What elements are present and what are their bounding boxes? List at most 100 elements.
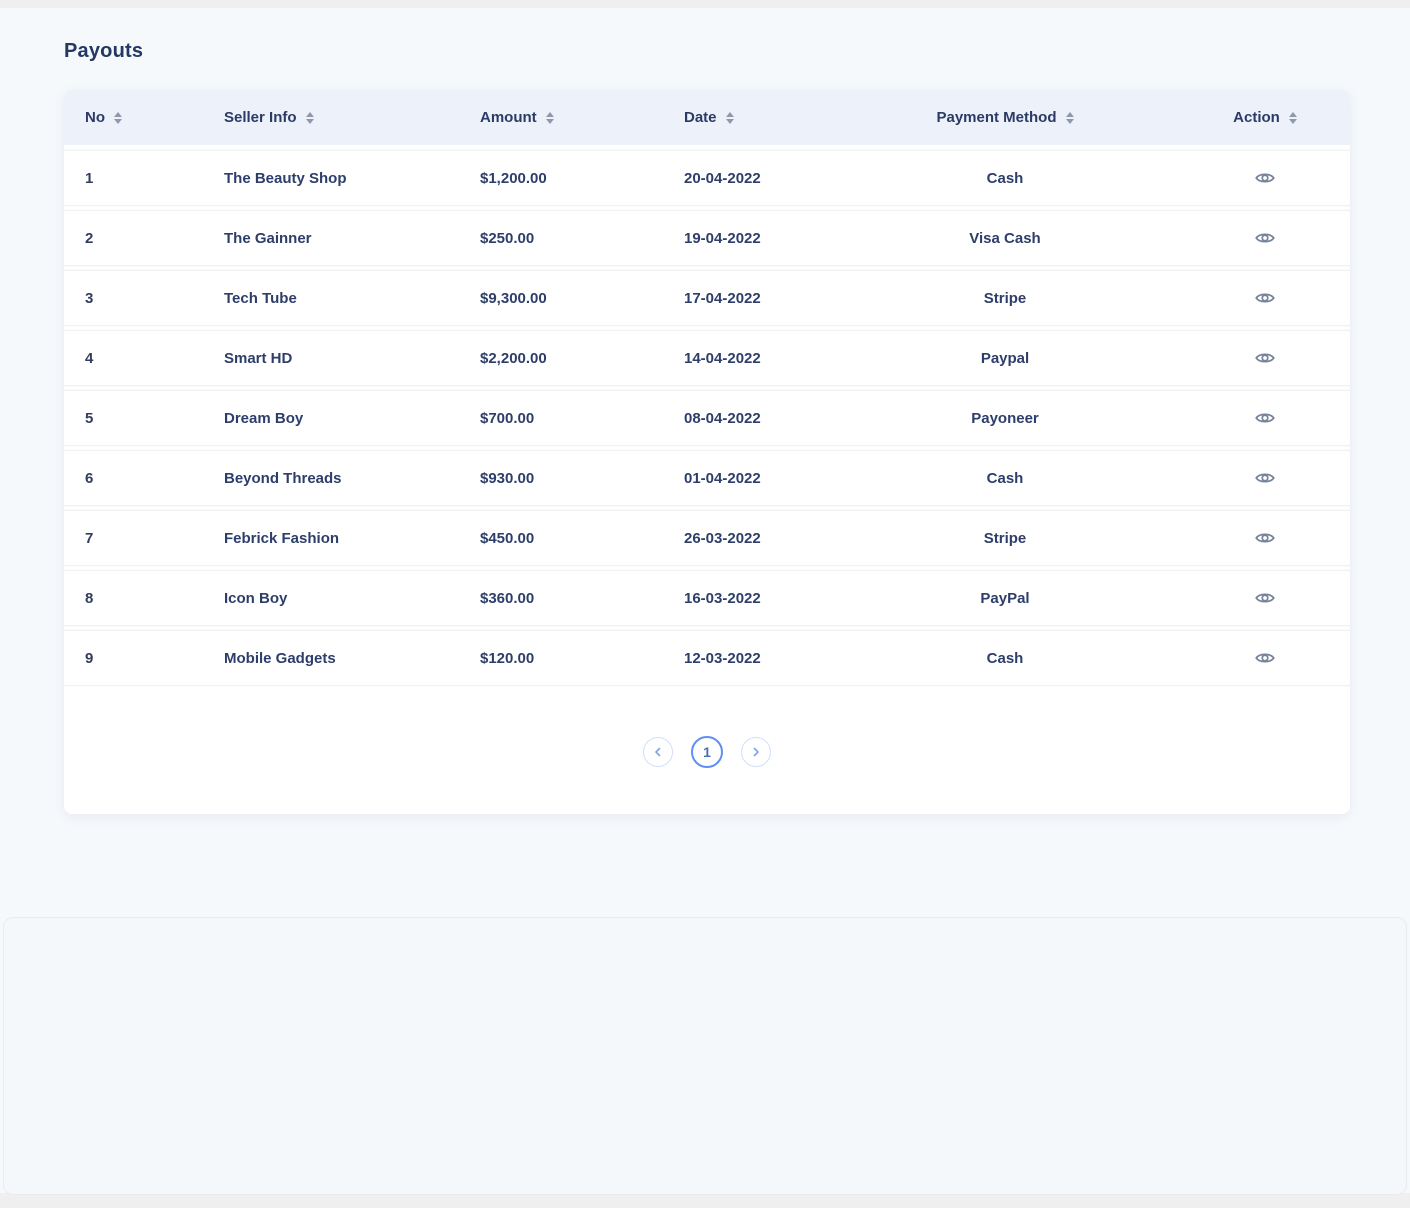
cell-payment-method: PayPal [830, 590, 1180, 607]
eye-icon [1255, 531, 1275, 545]
column-header-label: Action [1233, 109, 1280, 126]
view-payout-button[interactable] [1251, 347, 1279, 369]
cell-payment-method: Payoneer [830, 410, 1180, 427]
eye-icon [1255, 651, 1275, 665]
table-row: 3Tech Tube$9,300.0017-04-2022Stripe [64, 270, 1350, 326]
pagination-next-button[interactable] [741, 737, 771, 767]
column-header-label: Seller Info [224, 109, 297, 126]
column-header-payment-method[interactable]: Payment Method [830, 109, 1180, 126]
cell-payment-method: Cash [830, 470, 1180, 487]
table-row: 6Beyond Threads$930.0001-04-2022Cash [64, 450, 1350, 506]
table-header-row: No Seller Info Amount Date Payment Metho… [64, 90, 1350, 145]
pagination-prev-button[interactable] [643, 737, 673, 767]
view-payout-button[interactable] [1251, 467, 1279, 489]
payouts-table: No Seller Info Amount Date Payment Metho… [64, 90, 1350, 814]
cell-seller-info: Smart HD [224, 350, 480, 367]
cell-action [1180, 347, 1350, 369]
column-header-label: Date [684, 109, 717, 126]
cell-amount: $9,300.00 [480, 290, 684, 307]
cell-date: 19-04-2022 [684, 230, 830, 247]
cell-no: 6 [64, 470, 224, 487]
eye-icon [1255, 411, 1275, 425]
sort-arrows-icon [1289, 112, 1297, 124]
view-payout-button[interactable] [1251, 647, 1279, 669]
cell-seller-info: The Gainner [224, 230, 480, 247]
column-header-label: Amount [480, 109, 537, 126]
pagination: 1 [64, 690, 1350, 814]
sort-arrows-icon [546, 112, 554, 124]
sort-arrows-icon [114, 112, 122, 124]
cell-action [1180, 467, 1350, 489]
table-body: 1The Beauty Shop$1,200.0020-04-2022Cash2… [64, 145, 1350, 686]
column-header-action[interactable]: Action [1180, 109, 1350, 126]
cell-payment-method: Paypal [830, 350, 1180, 367]
cell-date: 08-04-2022 [684, 410, 830, 427]
table-row: 7Febrick Fashion$450.0026-03-2022Stripe [64, 510, 1350, 566]
cell-no: 3 [64, 290, 224, 307]
cell-no: 2 [64, 230, 224, 247]
cell-amount: $700.00 [480, 410, 684, 427]
cell-amount: $120.00 [480, 650, 684, 667]
cell-seller-info: Dream Boy [224, 410, 480, 427]
chevron-right-icon [751, 747, 761, 757]
cell-no: 8 [64, 590, 224, 607]
cell-seller-info: Icon Boy [224, 590, 480, 607]
cell-payment-method: Stripe [830, 530, 1180, 547]
view-payout-button[interactable] [1251, 587, 1279, 609]
cell-no: 7 [64, 530, 224, 547]
cell-seller-info: Beyond Threads [224, 470, 480, 487]
view-payout-button[interactable] [1251, 407, 1279, 429]
cell-action [1180, 167, 1350, 189]
cell-seller-info: Febrick Fashion [224, 530, 480, 547]
column-header-date[interactable]: Date [684, 109, 830, 126]
main-content-area: Payouts No Seller Info Amount Date [0, 8, 1410, 1193]
page-title: Payouts [64, 8, 1350, 63]
cell-action [1180, 287, 1350, 309]
table-row: 9Mobile Gadgets$120.0012-03-2022Cash [64, 630, 1350, 686]
view-payout-button[interactable] [1251, 227, 1279, 249]
cell-no: 4 [64, 350, 224, 367]
eye-icon [1255, 591, 1275, 605]
cell-payment-method: Stripe [830, 290, 1180, 307]
column-header-amount[interactable]: Amount [480, 109, 684, 126]
eye-icon [1255, 291, 1275, 305]
cell-date: 26-03-2022 [684, 530, 830, 547]
cell-action [1180, 527, 1350, 549]
column-header-no[interactable]: No [64, 109, 224, 126]
sort-arrows-icon [726, 112, 734, 124]
view-payout-button[interactable] [1251, 527, 1279, 549]
cell-amount: $930.00 [480, 470, 684, 487]
table-row: 2The Gainner$250.0019-04-2022Visa Cash [64, 210, 1350, 266]
pagination-page-1-button[interactable]: 1 [691, 736, 723, 768]
table-row: 8Icon Boy$360.0016-03-2022PayPal [64, 570, 1350, 626]
column-header-seller-info[interactable]: Seller Info [224, 109, 480, 126]
eye-icon [1255, 471, 1275, 485]
cell-amount: $450.00 [480, 530, 684, 547]
chevron-left-icon [653, 747, 663, 757]
table-row: 5Dream Boy$700.0008-04-2022Payoneer [64, 390, 1350, 446]
empty-footer-panel [3, 917, 1407, 1195]
eye-icon [1255, 351, 1275, 365]
cell-action [1180, 647, 1350, 669]
column-header-label: Payment Method [936, 109, 1056, 126]
cell-amount: $250.00 [480, 230, 684, 247]
cell-amount: $1,200.00 [480, 170, 684, 187]
view-payout-button[interactable] [1251, 287, 1279, 309]
payouts-section: Payouts No Seller Info Amount Date [0, 8, 1410, 814]
cell-seller-info: Tech Tube [224, 290, 480, 307]
cell-payment-method: Visa Cash [830, 230, 1180, 247]
cell-date: 01-04-2022 [684, 470, 830, 487]
cell-no: 9 [64, 650, 224, 667]
cell-date: 20-04-2022 [684, 170, 830, 187]
eye-icon [1255, 231, 1275, 245]
table-row: 1The Beauty Shop$1,200.0020-04-2022Cash [64, 150, 1350, 206]
cell-date: 16-03-2022 [684, 590, 830, 607]
cell-date: 17-04-2022 [684, 290, 830, 307]
sort-arrows-icon [1066, 112, 1074, 124]
view-payout-button[interactable] [1251, 167, 1279, 189]
cell-seller-info: The Beauty Shop [224, 170, 480, 187]
cell-no: 5 [64, 410, 224, 427]
cell-payment-method: Cash [830, 650, 1180, 667]
column-header-label: No [85, 109, 105, 126]
cell-action [1180, 227, 1350, 249]
